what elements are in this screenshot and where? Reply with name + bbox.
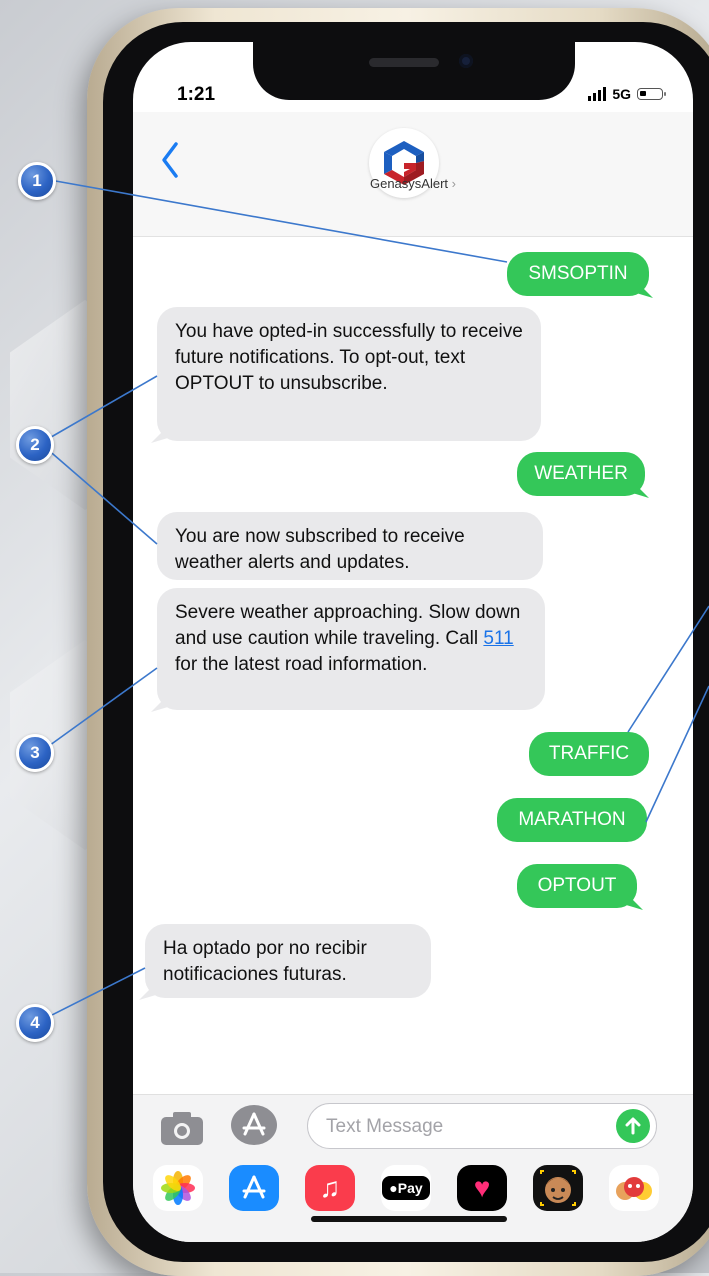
status-indicators: 5G — [588, 86, 666, 102]
apple-pay-label: ●Pay — [382, 1176, 430, 1200]
outgoing-message: SMSOPTIN — [507, 252, 649, 296]
outgoing-message: MARATHON — [497, 798, 647, 842]
conversation-header — [133, 112, 693, 237]
callout-1: 1 — [18, 162, 56, 200]
callout-4: 4 — [16, 1004, 54, 1042]
outgoing-message: TRAFFIC — [529, 732, 649, 776]
incoming-message: Severe weather approaching. Slow down an… — [157, 588, 545, 710]
signal-bars-icon — [588, 87, 607, 101]
phone-number-link[interactable]: 511 — [483, 628, 513, 649]
callout-2: 2 — [16, 426, 54, 464]
back-chevron-icon[interactable] — [161, 140, 179, 180]
status-time: 1:21 — [177, 84, 216, 105]
photos-app-icon[interactable] — [153, 1165, 203, 1211]
digital-touch-icon[interactable]: ♥ — [457, 1165, 507, 1211]
contact-name[interactable]: GenasysAlert › — [133, 176, 693, 191]
memoji-icon[interactable] — [533, 1165, 583, 1211]
callout-3: 3 — [16, 734, 54, 772]
app-drawer: ♫ ●Pay ♥ — [153, 1165, 673, 1213]
app-store-glyph-icon — [242, 1112, 266, 1136]
outgoing-message: WEATHER — [517, 452, 645, 496]
message-input-box[interactable] — [307, 1103, 657, 1149]
network-type: 5G — [612, 86, 631, 102]
send-button[interactable] — [616, 1109, 650, 1143]
notch — [253, 42, 575, 100]
battery-icon — [637, 88, 666, 100]
outgoing-message: OPTOUT — [517, 864, 637, 908]
app-store-icon[interactable] — [229, 1165, 279, 1211]
app-store-icon[interactable] — [231, 1105, 277, 1145]
apple-pay-icon[interactable]: ●Pay — [381, 1165, 431, 1211]
home-indicator[interactable] — [311, 1216, 507, 1222]
animoji-icon[interactable] — [609, 1165, 659, 1211]
message-input[interactable] — [324, 1112, 608, 1142]
camera-icon[interactable] — [159, 1109, 205, 1147]
front-camera — [459, 54, 473, 68]
send-arrow-icon — [625, 1117, 641, 1135]
incoming-message: You are now subscribed to receive weathe… — [157, 512, 543, 580]
chevron-right-icon: › — [451, 176, 456, 191]
phone-screen: 1:21 5G GenasysAlert › SMSOPTIN You have — [133, 42, 693, 1242]
music-app-icon[interactable]: ♫ — [305, 1165, 355, 1211]
incoming-message: You have opted-in successfully to receiv… — [157, 307, 541, 441]
incoming-message: Ha optado por no recibir notificaciones … — [145, 924, 431, 998]
earpiece-speaker — [369, 58, 439, 67]
